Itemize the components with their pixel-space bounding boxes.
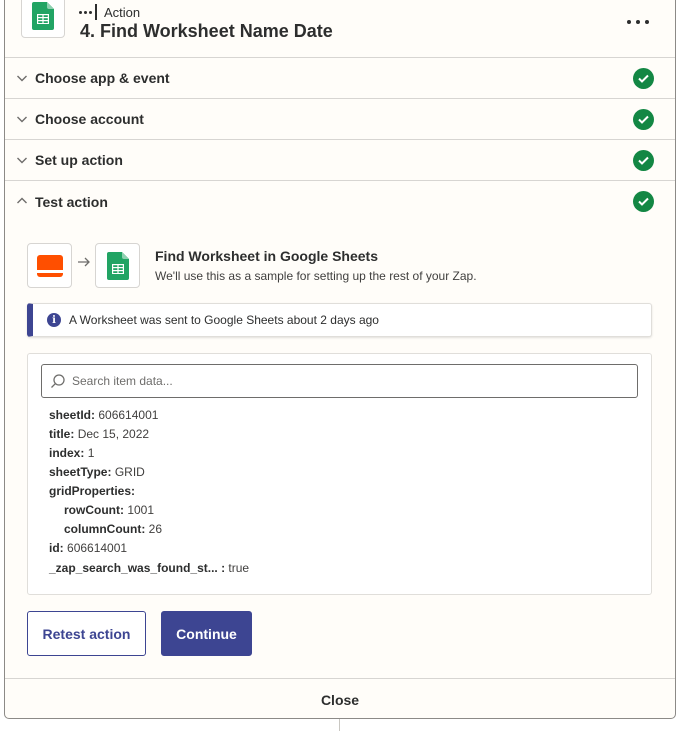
section-choose-account[interactable]: Choose account	[5, 99, 675, 140]
field-value: Dec 15, 2022	[77, 427, 150, 441]
more-dots-icon[interactable]	[627, 14, 649, 30]
trigger-app-icon	[27, 243, 72, 288]
field-key: title:	[49, 427, 75, 441]
section-label: Choose account	[35, 111, 144, 127]
field-value: 606614001	[67, 541, 128, 555]
info-banner-text: A Worksheet was sent to Google Sheets ab…	[69, 313, 379, 327]
arrow-right-icon	[78, 257, 90, 267]
section-set-up-action[interactable]: Set up action	[5, 140, 675, 181]
step-panel: Action 4. Find Worksheet Name Date Choos…	[4, 0, 676, 719]
field-key: rowCount:	[64, 503, 124, 517]
action-step-icon	[79, 4, 97, 20]
field-value: 26	[148, 522, 163, 536]
section-label: Choose app & event	[35, 70, 170, 86]
field-value: 1001	[127, 503, 155, 517]
close-label: Close	[320, 691, 360, 708]
search-icon	[51, 374, 65, 388]
step-kind-label: Action	[104, 4, 141, 20]
chevron-up-icon	[17, 197, 27, 204]
chevron-down-icon	[17, 157, 27, 164]
section-label: Test action	[35, 193, 108, 210]
retest-action-button[interactable]: Retest action	[27, 611, 146, 656]
field-key: _zap_search_was_found_st... :	[49, 561, 226, 575]
field-key: columnCount:	[64, 522, 146, 536]
search-box	[41, 364, 638, 398]
chevron-down-icon	[17, 116, 27, 123]
field-row: columnCount: 26	[64, 522, 162, 536]
field-key: sheetId:	[49, 408, 96, 422]
field-value: 606614001	[98, 408, 159, 422]
field-key: id:	[49, 541, 64, 555]
section-test-action[interactable]: Test action	[5, 181, 675, 222]
info-banner: i A Worksheet was sent to Google Sheets …	[27, 303, 652, 337]
field-value: GRID	[114, 465, 145, 479]
sample-title: Find Worksheet in Google Sheets	[155, 248, 378, 264]
info-icon: i	[47, 313, 61, 327]
step-header: Action 4. Find Worksheet Name Date	[5, 0, 675, 58]
field-row: title: Dec 15, 2022	[49, 427, 149, 441]
google-sheets-icon	[21, 0, 65, 38]
field-value: true	[228, 561, 250, 575]
field-row: index: 1	[49, 446, 94, 460]
data-card: sheetId: 606614001 title: Dec 15, 2022 i…	[27, 353, 652, 595]
step-title: 4. Find Worksheet Name Date	[80, 21, 333, 41]
section-label: Set up action	[35, 152, 123, 168]
field-row: id: 606614001	[49, 541, 127, 555]
step-kind: Action	[79, 4, 140, 20]
check-circle-icon	[633, 67, 654, 89]
field-key: gridProperties:	[49, 484, 136, 498]
field-key: index:	[49, 446, 85, 460]
field-key: sheetType:	[49, 465, 112, 479]
field-row: _zap_search_was_found_st... : true	[49, 561, 249, 575]
chevron-down-icon	[17, 75, 27, 82]
field-row: rowCount: 1001	[64, 503, 154, 517]
field-row: gridProperties:	[49, 484, 135, 498]
check-circle-icon	[633, 149, 654, 171]
sample-subtitle: We'll use this as a sample for setting u…	[155, 269, 477, 283]
search-input[interactable]	[72, 365, 632, 397]
close-button[interactable]: Close	[5, 678, 675, 718]
check-circle-icon	[633, 191, 654, 212]
check-circle-icon	[633, 108, 654, 130]
field-row: sheetId: 606614001	[49, 408, 158, 422]
continue-button[interactable]: Continue	[161, 611, 252, 656]
field-row: sheetType: GRID	[49, 465, 145, 479]
google-sheets-icon	[95, 243, 140, 288]
section-choose-app-event[interactable]: Choose app & event	[5, 58, 675, 99]
field-value: 1	[87, 446, 95, 460]
